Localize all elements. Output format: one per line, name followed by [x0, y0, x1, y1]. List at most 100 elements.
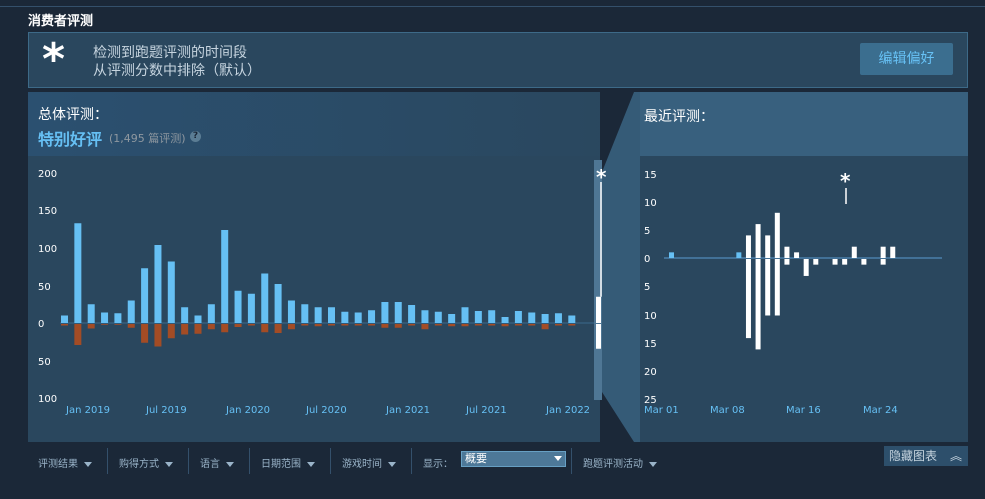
hide-chart-button[interactable]: 隐藏图表 ︽: [884, 446, 968, 466]
negative-bar: [341, 324, 349, 326]
positive-bar: [274, 284, 282, 323]
positive-bar: [87, 304, 95, 323]
positive-bar: [368, 310, 376, 323]
filter-offtopic-activity[interactable]: 跑题评测活动: [583, 455, 657, 470]
positive-bar: [528, 312, 536, 323]
section-title: 消费者评测: [28, 14, 94, 29]
negative-bar: [127, 324, 135, 328]
negative-bar: [755, 259, 761, 350]
positive-bar: [514, 311, 522, 323]
y-tick-label: 15: [644, 339, 657, 350]
positive-bar: [194, 315, 202, 323]
positive-bar: [448, 314, 456, 323]
positive-bar: [287, 300, 295, 323]
edit-preferences-button[interactable]: 编辑偏好: [860, 43, 953, 75]
negative-bar: [448, 324, 456, 327]
positive-bar: [301, 304, 309, 323]
positive-bar: [154, 245, 162, 323]
x-tick-label: Jan 2020: [225, 405, 270, 416]
overall-review-count: (1,495 篇评测): [109, 132, 186, 145]
chevron-down-icon: [388, 461, 396, 467]
negative-bar: [528, 324, 536, 326]
negative-bar: [408, 324, 416, 326]
positive-bar: [247, 293, 255, 323]
negative-bar: [394, 324, 402, 328]
positive-bar: [794, 252, 800, 258]
positive-bar: [314, 307, 322, 323]
x-tick-label: Jan 2021: [385, 405, 430, 416]
filter-purchase-type[interactable]: 购得方式: [119, 455, 173, 470]
negative-bar: [234, 324, 242, 327]
negative-bar: [61, 324, 68, 326]
negative-bar: [74, 324, 82, 345]
negative-bar: [474, 324, 482, 326]
filter-label: 评测结果: [38, 459, 78, 470]
negative-bar: [813, 259, 819, 265]
recent-reviews-label: 最近评测：: [644, 109, 714, 125]
filter-divider: [411, 448, 412, 474]
asterisk-icon: *: [42, 34, 66, 85]
y-tick-label: 0: [644, 254, 650, 265]
display-select[interactable]: 概要: [461, 451, 566, 467]
y-tick-label: 10: [644, 311, 657, 322]
x-tick-label: Jul 2019: [145, 405, 187, 416]
help-icon[interactable]: ?: [190, 131, 201, 142]
x-tick-label: Jan 2022: [545, 405, 590, 416]
chevron-down-icon: [226, 461, 234, 467]
positive-bar: [669, 252, 674, 258]
positive-bar: [851, 246, 857, 258]
filter-review-type[interactable]: 评测结果: [38, 455, 92, 470]
negative-bar: [101, 324, 109, 325]
filter-date-range[interactable]: 日期范围: [261, 455, 315, 470]
positive-bar: [421, 310, 429, 323]
positive-bar: [568, 315, 576, 323]
negative-bar: [803, 259, 809, 276]
positive-bar: [784, 246, 790, 258]
positive-bar: [488, 310, 496, 323]
positive-bar: [221, 230, 229, 323]
chevron-down-icon: [165, 461, 173, 467]
negative-bar: [261, 324, 269, 333]
negative-bar: [141, 324, 149, 343]
filter-divider: [249, 448, 250, 474]
x-tick-label: Mar 24: [863, 405, 898, 416]
negative-bar: [221, 324, 229, 333]
y-tick-label: 10: [644, 198, 657, 209]
filter-playtime[interactable]: 游戏时间: [342, 455, 396, 470]
y-tick-label: 5: [644, 282, 650, 293]
negative-bar: [765, 259, 771, 316]
positive-bar: [736, 252, 742, 258]
negative-bar: [181, 324, 189, 335]
negative-bar: [880, 259, 886, 265]
positive-bar: [61, 315, 68, 323]
positive-bar: [234, 290, 242, 323]
positive-bar: [755, 224, 761, 258]
x-tick-label: Jan 2019: [65, 405, 110, 416]
filter-language[interactable]: 语言: [200, 455, 234, 470]
positive-bar: [261, 273, 269, 323]
y-tick-label: 50: [38, 357, 51, 368]
y-tick-label: 50: [38, 282, 51, 293]
negative-bar: [842, 259, 848, 265]
negative-bar: [514, 324, 522, 326]
positive-bar: [474, 311, 482, 323]
overall-rating: 特别好评: [38, 130, 103, 149]
negative-bar: [861, 259, 867, 265]
recent-chart: 151050510152025*Mar 01 Mar 08 Mar 16 Mar 24: [644, 169, 942, 416]
negative-bar: [568, 324, 576, 326]
positive-bar: [207, 304, 215, 323]
y-tick-label: 100: [38, 394, 57, 405]
negative-bar: [541, 324, 549, 330]
negative-bar: [501, 324, 509, 327]
positive-bar: [880, 246, 886, 258]
negative-bar: [154, 324, 162, 347]
negative-bar: [167, 324, 175, 339]
negative-bar: [381, 324, 389, 328]
y-tick-label: 20: [644, 367, 657, 378]
positive-bar: [434, 311, 442, 323]
negative-bar: [784, 259, 790, 265]
positive-bar: [114, 313, 122, 323]
display-value: 概要: [465, 452, 487, 465]
x-tick-label: Mar 01: [644, 405, 679, 416]
negative-bar: [274, 324, 282, 333]
